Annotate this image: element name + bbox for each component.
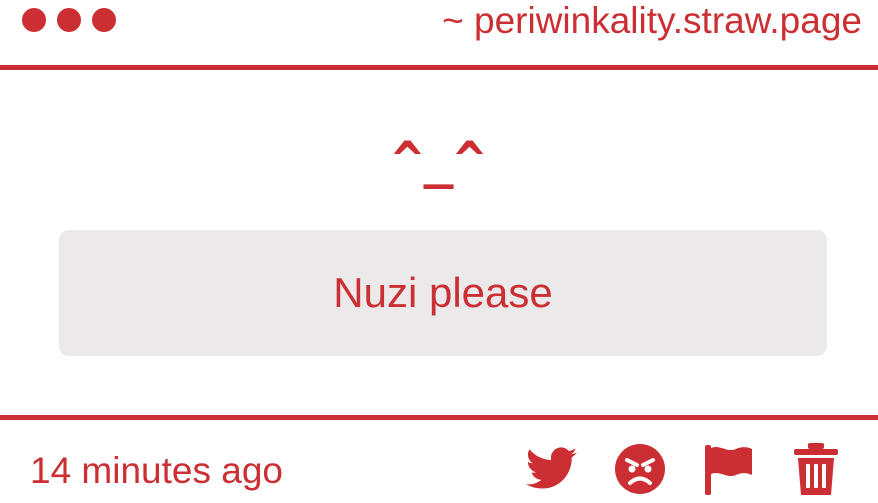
window-dot-1[interactable] xyxy=(22,8,46,32)
bottom-divider xyxy=(0,415,878,420)
window-dot-2[interactable] xyxy=(57,8,81,32)
trash-icon xyxy=(794,443,838,495)
site-link[interactable]: ~ periwinkality.straw.page xyxy=(442,0,862,42)
message-box: Nuzi please xyxy=(59,230,827,356)
top-bar: ~ periwinkality.straw.page xyxy=(0,0,878,66)
window-controls xyxy=(22,8,116,32)
window-dot-3[interactable] xyxy=(92,8,116,32)
angry-face-icon xyxy=(615,444,665,494)
action-bar xyxy=(526,443,842,495)
twitter-icon xyxy=(526,447,578,489)
report-button[interactable] xyxy=(702,443,754,495)
delete-button[interactable] xyxy=(790,443,842,495)
react-angry-button[interactable] xyxy=(614,443,666,495)
message-text: Nuzi please xyxy=(333,269,553,316)
flag-icon xyxy=(705,445,752,495)
twitter-share-button[interactable] xyxy=(526,443,578,495)
timestamp: 14 minutes ago xyxy=(30,450,284,491)
face-emoticon: ^_^ xyxy=(392,131,486,189)
top-divider xyxy=(0,65,878,70)
